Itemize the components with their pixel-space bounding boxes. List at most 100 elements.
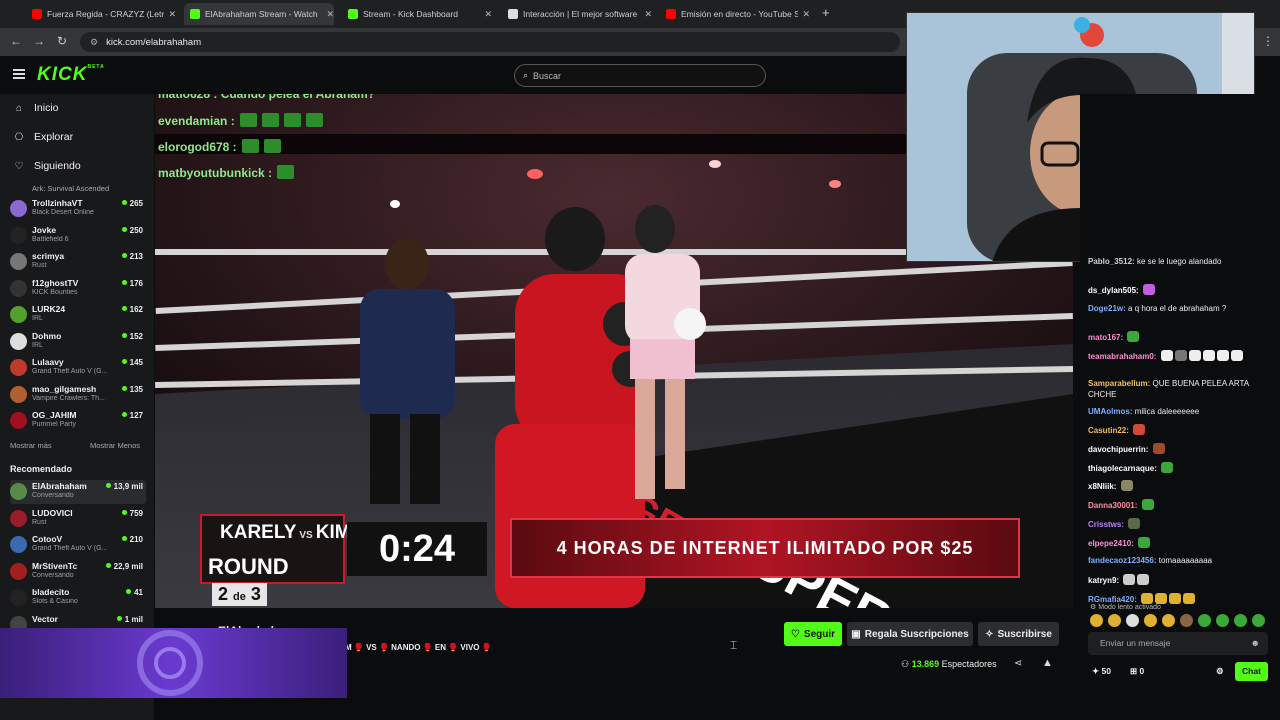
chat-username[interactable]: Danna30001:: [1088, 501, 1137, 510]
sidebar-channel[interactable]: Dohmo IRL 152: [10, 330, 146, 354]
chat-settings-icon[interactable]: ⚙: [1216, 666, 1224, 677]
channel-viewers: 759: [122, 509, 143, 518]
chat-username[interactable]: davochipuerrin:: [1088, 445, 1148, 454]
star-icon: ✧: [985, 628, 994, 640]
chat-username[interactable]: Casutin22:: [1088, 426, 1129, 435]
search-placeholder: Buscar: [533, 70, 562, 81]
overlay-chat-line: matio628 : Cuando pelea el Abraham?: [158, 94, 375, 101]
overlay-chat-line: evendamian :: [158, 113, 323, 128]
chat-message: ds_dylan505:: [1088, 284, 1273, 296]
home-icon: ⌂: [15, 102, 23, 114]
close-tab-icon[interactable]: ✕: [644, 9, 652, 20]
sidebar-channel[interactable]: LURK24 IRL 162: [10, 303, 146, 327]
chat-username[interactable]: UMAolmos:: [1088, 407, 1132, 416]
url-field[interactable]: ⚙ kick.com/elabrahaham: [80, 32, 900, 52]
sidebar-channel[interactable]: MrStivenTc Conversando 22,9 mil: [10, 560, 146, 584]
sidebar-nav-inicio[interactable]: ⌂ Inicio: [13, 101, 59, 115]
sidebar-channel[interactable]: TrollzinhaVT Black Desert Online 265: [10, 197, 146, 221]
channel-category: Conversando: [32, 571, 74, 579]
chat-username[interactable]: katryn9:: [1088, 576, 1119, 585]
viewers-icon: ⚇: [901, 659, 910, 669]
share-icon[interactable]: ⋖: [1014, 658, 1022, 669]
emoji-picker-icon[interactable]: ☻: [1251, 632, 1260, 655]
chat-username[interactable]: ds_dylan505:: [1088, 286, 1139, 295]
chat-input-placeholder: Enviar un mensaje: [1100, 638, 1171, 648]
chat-send-button[interactable]: Chat: [1235, 662, 1268, 681]
chat-username[interactable]: Pablo_3512:: [1088, 257, 1135, 266]
sidebar: ⌂ Inicio ⎔ Explorar ♡ Siguiendo Ark: Survival …: [0, 94, 154, 720]
chat-username[interactable]: x8Nliik:: [1088, 482, 1116, 491]
stream-title: M 🥊 VS 🥊 NANDO 🥊 EN 🥊 VIVO 🥊: [345, 643, 492, 652]
search-input[interactable]: ⌕ Buscar: [514, 64, 766, 87]
sidebar-channel[interactable]: ElAbrahaham Conversando 13,9 mil: [10, 480, 146, 504]
browser-tab[interactable]: Fuerza Regida - CRAZYZ (Letra) ✕: [26, 3, 176, 25]
sidebar-channel[interactable]: mao_gilgamesh Vampire Crawlers: Th... 135: [10, 383, 146, 407]
chat-username[interactable]: Samparabellum:: [1088, 379, 1150, 388]
browser-tab[interactable]: Emisión en directo - YouTube S ✕: [660, 3, 810, 25]
sidebar-channel[interactable]: LUDOVICI Rust 759: [10, 507, 146, 531]
channel-viewers: 1 mil: [117, 615, 143, 624]
sidebar-channel[interactable]: CotooV Grand Theft Auto V (G... 210: [10, 533, 146, 557]
chat-username[interactable]: Doge21w:: [1088, 304, 1126, 313]
browser-tab[interactable]: Stream - Kick Dashboard ✕: [342, 3, 492, 25]
channel-viewers: 41: [126, 588, 143, 597]
close-tab-icon[interactable]: ✕: [168, 9, 176, 20]
forward-icon[interactable]: →: [33, 34, 45, 48]
emote-icon: [1202, 349, 1215, 361]
report-icon[interactable]: ▲: [1042, 657, 1053, 669]
channel-name: LUDOVICI: [32, 507, 73, 518]
subscribe-button[interactable]: ✧ Suscribirse: [978, 622, 1059, 646]
sidebar-channel[interactable]: Lulaavy Grand Theft Auto V (G... 145: [10, 356, 146, 380]
chat-username[interactable]: mato167:: [1088, 333, 1123, 342]
close-tab-icon[interactable]: ✕: [484, 9, 492, 20]
sidebar-channel[interactable]: Jovke Battlefield 6 250: [10, 224, 146, 248]
sidebar-nav-label: Siguiendo: [34, 160, 81, 172]
chat-username[interactable]: teamabrahaham0:: [1088, 352, 1156, 361]
sidebar-channel[interactable]: OG_JAHIM Pummel Party 127: [10, 409, 146, 433]
close-tab-icon[interactable]: ✕: [802, 9, 810, 20]
sidebar-nav-siguiendo[interactable]: ♡ Siguiendo: [13, 159, 81, 173]
chat-username[interactable]: elpepe2410:: [1088, 539, 1134, 548]
chat-text: a q hora el de abrahaham ?: [1128, 303, 1227, 313]
channel-points[interactable]: ✦ 50: [1092, 666, 1111, 677]
browser-tab[interactable]: Interacción | El mejor software p ✕: [502, 3, 652, 25]
chat-username[interactable]: thiagolecarnaque:: [1088, 464, 1157, 473]
mini-player-overlay[interactable]: [0, 628, 347, 698]
chat-message: elpepe2410:: [1088, 536, 1273, 549]
emote-icon: [283, 113, 301, 127]
fight-scoreboard: KARELY VS KIM ROUND 2 de 3 0:24 4 HORAS DE …: [200, 514, 1023, 606]
kick-logo[interactable]: KICKBETA: [37, 64, 105, 86]
sidebar-channel[interactable]: bladecito Slots & Casino 41: [10, 586, 146, 610]
show-less-link[interactable]: Mostrar Menos: [90, 441, 140, 450]
close-tab-icon[interactable]: ✕: [326, 9, 334, 20]
emote-quick-bar[interactable]: [1090, 614, 1270, 628]
chat-text: ke se le luego alandado: [1136, 257, 1222, 266]
chat-username[interactable]: fandecaoz123456:: [1088, 556, 1156, 565]
round-indicator: 2 de 3: [212, 583, 267, 606]
emote-icon: [277, 165, 295, 179]
hamburger-menu-icon[interactable]: [13, 69, 25, 79]
reload-icon[interactable]: ↻: [57, 34, 67, 48]
chat-message: katryn9:: [1088, 573, 1273, 586]
sidebar-channel[interactable]: f12ghostTV KICK Bounties 176: [10, 277, 146, 301]
site-info-icon[interactable]: ⚙: [90, 37, 98, 48]
gifts-count[interactable]: ⊞ 0: [1130, 666, 1144, 677]
chat-username[interactable]: Crisstws:: [1088, 520, 1124, 529]
avatar: [10, 279, 27, 297]
chat-input[interactable]: Enviar un mensaje ☻: [1088, 632, 1268, 655]
sidebar-channel[interactable]: scrimya Rust 213: [10, 250, 146, 274]
gift-subs-button[interactable]: ▣ Regala Suscripciones: [847, 622, 973, 646]
menu-kebab-icon[interactable]: ⋮: [1262, 34, 1274, 48]
emote-icon: [1188, 349, 1201, 361]
back-icon[interactable]: ←: [10, 34, 22, 48]
browser-tab[interactable]: ElAbrahaham Stream - Watch ✕: [184, 3, 334, 25]
follow-button[interactable]: ♡ Seguir: [784, 622, 842, 646]
show-more-link[interactable]: Mostrar más: [10, 441, 52, 450]
channel-category: Black Desert Online: [32, 209, 94, 216]
emote-icon: [263, 139, 281, 153]
emote-icon: [1127, 330, 1140, 342]
overlay-chat-line: matbyoutubunkick :: [158, 165, 295, 180]
sidebar-nav-explorar[interactable]: ⎔ Explorar: [13, 130, 73, 144]
new-tab-button[interactable]: +: [822, 5, 830, 20]
emote-icon: [1120, 480, 1133, 492]
